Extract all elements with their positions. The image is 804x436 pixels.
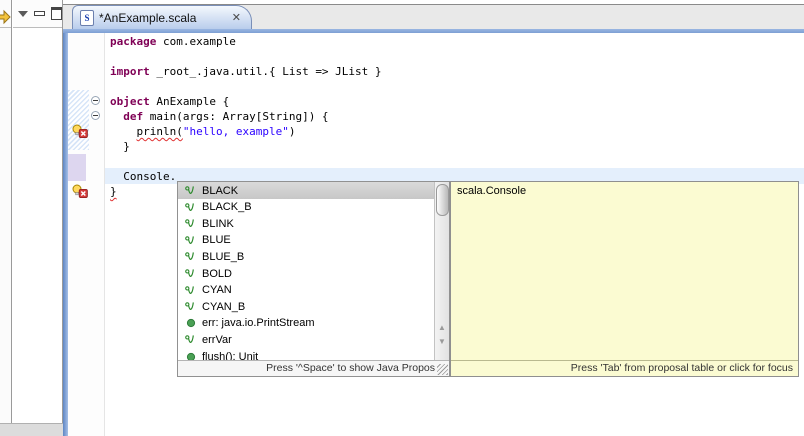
completion-popup: BLACK BLACK_B BLINK BLUE BLUE_B BOLD CYA… [177,181,450,377]
fold-collapse-icon[interactable] [91,96,100,105]
completion-item[interactable]: CYAN_B [178,298,434,315]
completion-item-label: CYAN [202,284,232,296]
val-icon [184,185,197,196]
completion-item[interactable]: err: java.io.PrintStream [178,315,434,332]
left-view-panel [13,0,63,436]
completion-scrollbar[interactable]: ▲ ▼ [434,182,449,360]
code-line: prinln("hello, example") [110,124,295,139]
method-icon [184,318,197,328]
left-view-hscrollbar[interactable] [0,423,63,436]
view-maximize-icon[interactable] [51,7,62,20]
code-line: Console. [110,169,176,184]
tab-title: *AnExample.scala [99,11,196,25]
completion-item[interactable]: BLACK_B [178,199,434,216]
completion-item-label: BLACK [202,185,238,197]
method-icon [184,352,197,361]
eclipse-window: S *AnExample.scala ✕ package com.e [0,0,804,436]
code-line: } [110,139,130,154]
editor-tab-band: S *AnExample.scala ✕ [63,0,804,33]
scrollbar-up-icon[interactable]: ▲ [435,322,449,334]
val-icon [184,218,197,229]
quickfix-error-icon[interactable] [72,124,88,138]
completion-item-label: flush(): Unit [202,351,258,361]
completion-item-label: BOLD [202,268,232,280]
val-icon [184,268,197,279]
val-icon [184,235,197,246]
completion-item-label: CYAN_B [202,301,245,313]
code-line: def main(args: Array[String]) { [110,109,329,124]
completion-item[interactable]: CYAN [178,282,434,299]
quickfix-error-icon[interactable] [72,184,88,198]
proposal-info-panel: scala.Console Press 'Tab' from proposal … [450,181,799,377]
editor-tab-anexample[interactable]: S *AnExample.scala ✕ [72,5,252,29]
code-line: } [110,184,117,199]
completion-item[interactable]: errVar [178,331,434,348]
completion-item[interactable]: BLACK [178,182,434,199]
proposal-info-text: scala.Console [457,185,526,197]
resize-grip-icon[interactable] [437,364,448,375]
completion-item[interactable]: flush(): Unit [178,348,434,360]
completion-item[interactable]: BOLD [178,265,434,282]
val-icon [184,285,197,296]
scala-file-icon: S [80,10,94,26]
completion-item[interactable]: BLUE_B [178,248,434,265]
code-line: package com.example [110,34,236,49]
proposal-info-status: Press 'Tab' from proposal table or click… [451,360,798,376]
completion-status-text: Press '^Space' to show Java Propos [178,360,449,376]
code-line: object AnExample { [110,94,229,109]
code-line: import _root_.java.util.{ List => JList … [110,64,382,79]
completion-item-label: BLINK [202,218,234,230]
view-minimize-icon[interactable] [34,11,45,16]
completion-item[interactable]: BLINK [178,215,434,232]
completion-list[interactable]: BLACK BLACK_B BLINK BLUE BLUE_B BOLD CYA… [178,182,434,360]
completion-item-label: errVar [202,334,232,346]
view-toolbar [13,0,62,28]
fastview-bar [0,0,12,436]
scrollbar-down-icon[interactable]: ▼ [435,336,449,348]
view-menu-icon[interactable] [18,11,28,17]
val-icon [184,334,197,345]
completion-item-label: BLUE_B [202,251,244,263]
val-icon [184,251,197,262]
val-icon [184,202,197,213]
annotation-ruler[interactable] [63,33,105,436]
scope-hatch-indicator [68,90,89,150]
fold-collapse-icon[interactable] [91,111,100,120]
completion-item[interactable]: BLUE [178,232,434,249]
completion-item-label: BLUE [202,234,231,246]
current-block-indicator [68,154,86,181]
completion-item-label: err: java.io.PrintStream [202,317,314,329]
scrollbar-thumb[interactable] [436,184,449,216]
val-icon [184,301,197,312]
completion-item-label: BLACK_B [202,201,252,213]
tab-close-icon[interactable]: ✕ [232,11,241,24]
